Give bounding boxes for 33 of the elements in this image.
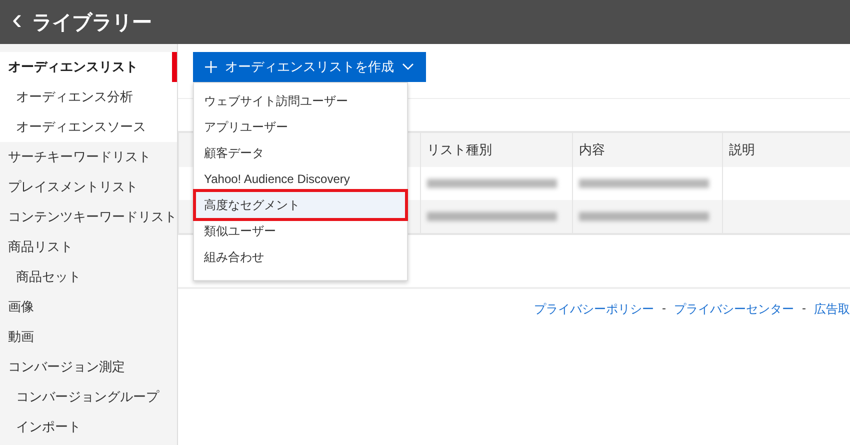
column-header[interactable]: 内容	[572, 133, 722, 167]
separator: -	[662, 301, 666, 317]
menu-item[interactable]: 顧客データ	[196, 140, 405, 166]
column-header[interactable]: 説明	[722, 133, 850, 167]
footer-link[interactable]: 広告取	[814, 301, 850, 318]
separator: -	[802, 301, 806, 317]
sidebar-item[interactable]: コンバージョン測定	[0, 352, 177, 382]
sidebar-item[interactable]: オーディエンスリスト	[0, 52, 177, 82]
sidebar-item[interactable]: プレイスメントリスト	[0, 172, 177, 202]
create-list-button[interactable]: オーディエンスリストを作成	[193, 52, 426, 82]
sidebar-item[interactable]: コンバージョングループ	[0, 382, 177, 412]
page-title: ライブラリー	[32, 10, 152, 36]
sidebar-item[interactable]: コンテンツキーワードリスト	[0, 202, 177, 232]
sidebar-item[interactable]: インポート	[0, 412, 177, 442]
sidebar-item[interactable]: オーディエンス分析	[0, 82, 177, 112]
footer-link[interactable]: プライバシーポリシー	[534, 301, 654, 318]
sidebar-item[interactable]: 画像	[0, 292, 177, 322]
menu-item[interactable]: 組み合わせ	[196, 244, 405, 270]
sidebar-item[interactable]: 商品リスト	[0, 232, 177, 262]
footer-link[interactable]: プライバシーセンター	[674, 301, 794, 318]
chevron-icon	[402, 63, 414, 71]
column-header[interactable]: リスト種別	[420, 133, 572, 167]
menu-item[interactable]: アプリユーザー	[196, 114, 405, 140]
plus-icon	[205, 61, 217, 73]
sidebar-item[interactable]: サーチキーワードリスト	[0, 142, 177, 172]
menu-item[interactable]: 高度なセグメント	[196, 192, 405, 218]
sidebar-item[interactable]: 商品セット	[0, 262, 177, 292]
menu-item[interactable]: Yahoo! Audience Discovery	[196, 166, 405, 192]
sidebar-item[interactable]: 動画	[0, 322, 177, 352]
menu-item[interactable]: ウェブサイト訪問ユーザー	[196, 88, 405, 114]
back-button[interactable]: ‹	[12, 5, 22, 35]
menu-item[interactable]: 類似ユーザー	[196, 218, 405, 244]
sidebar-item[interactable]: オーディエンスソース	[0, 112, 177, 142]
